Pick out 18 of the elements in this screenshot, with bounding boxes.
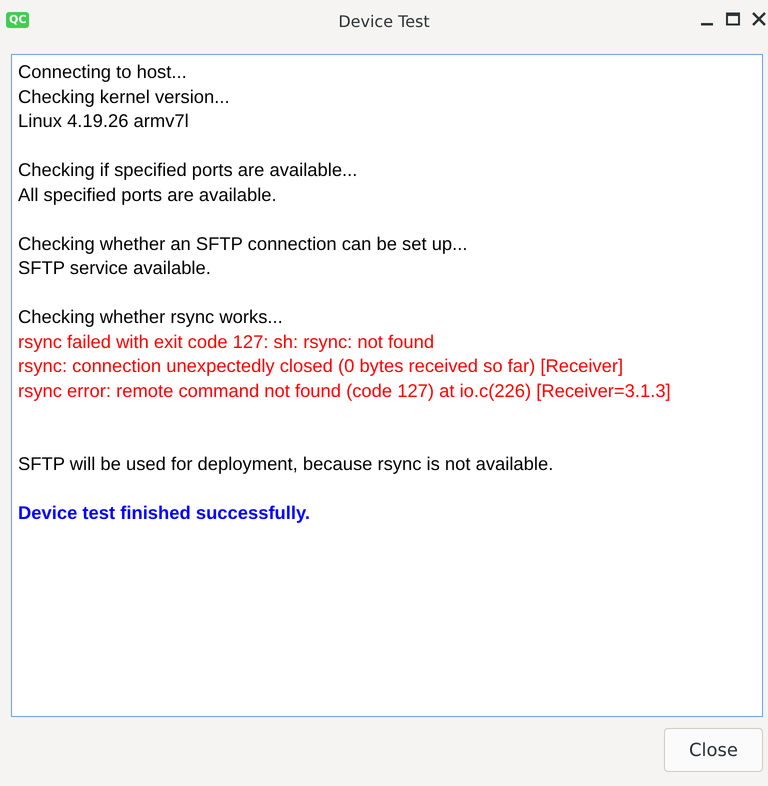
log-line: Checking if specified ports are available... [18,158,358,182]
log-line: Checking whether rsync works... [18,305,283,329]
close-icon[interactable] [752,12,766,26]
log-line: SFTP service available. [18,256,211,280]
log-line: Connecting to host... [18,60,187,84]
log-line: SFTP will be used for deployment, because rsync is not available. [18,452,554,476]
log-line: All specified ports are available. [18,182,277,207]
error-line: rsync: connection unexpectedly closed (0 bytes received so far) [Receiver] [18,354,624,378]
error-line: rsync error: remote command not found (code 127) at io.c(226) [Receiver=3.1.3] [18,378,671,403]
window-title: Device Test [338,11,430,33]
close-button[interactable]: Close [664,728,763,772]
log-line: Checking whether an SFTP connection can be set up... [18,232,468,256]
success-message: Device test finished successfully. [18,501,310,525]
error-line: rsync failed with exit code 127: sh: rsync: not found [18,330,434,354]
log-line: Linux 4.19.26 armv7l [18,109,189,133]
log-line: Checking kernel version... [18,84,230,109]
maximize-icon[interactable] [726,12,740,26]
app-icon: QC [6,12,30,28]
